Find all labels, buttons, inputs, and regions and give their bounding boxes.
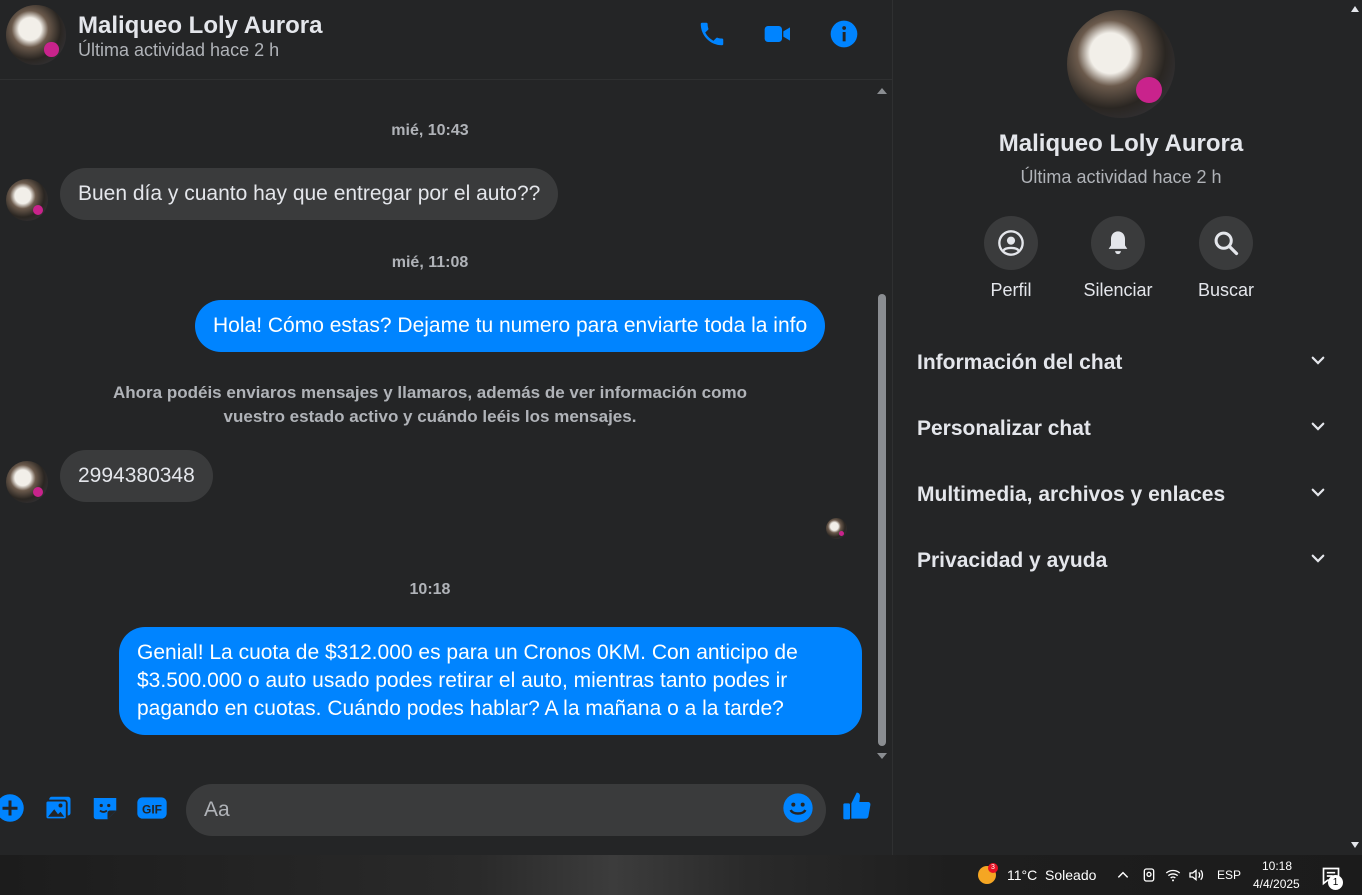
info-icon[interactable] [826, 16, 862, 52]
incoming-message[interactable]: Buen día y cuanto hay que entregar por e… [60, 168, 559, 220]
mute-label: Silenciar [1083, 280, 1153, 300]
messenger-app: Maliqueo Loly Aurora Última actividad ha… [0, 0, 1362, 855]
scroll-down-arrow[interactable] [1351, 842, 1359, 848]
section-chat-info[interactable]: Información del chat [917, 338, 1327, 388]
weather-badge: 3 [988, 863, 998, 873]
chevron-down-icon [1309, 483, 1327, 507]
section-label: Personalizar chat [917, 417, 1091, 440]
chevron-down-icon [1309, 351, 1327, 375]
volume-icon[interactable] [1188, 867, 1204, 888]
notification-count: 1 [1328, 875, 1343, 890]
profile-status: Última actividad hace 2 h [1020, 167, 1222, 187]
contact-name[interactable]: Maliqueo Loly Aurora [78, 12, 322, 40]
wifi-icon[interactable] [1165, 867, 1181, 888]
profile-name: Maliqueo Loly Aurora [998, 130, 1244, 157]
section-label: Multimedia, archivos y enlaces [917, 483, 1226, 506]
clock-date[interactable]: 4/4/2025 [1253, 877, 1300, 891]
clock-time[interactable]: 10:18 [1262, 859, 1292, 873]
profile-label: Perfil [990, 280, 1032, 300]
panel-scrollbar[interactable] [1348, 0, 1362, 855]
emoji-icon[interactable] [782, 792, 814, 824]
chat-scrollbar[interactable] [874, 84, 890, 764]
contact-status: Última actividad hace 2 h [78, 40, 280, 60]
scroll-down-arrow[interactable] [877, 753, 887, 759]
message-list[interactable]: mié, 10:43 Buen día y cuanto hay que ent… [0, 84, 874, 764]
section-privacy-help[interactable]: Privacidad y ayuda [917, 536, 1327, 586]
profile-avatar-large[interactable] [1067, 10, 1175, 118]
gif-label: GIF [142, 802, 162, 816]
message-avatar[interactable] [6, 179, 48, 221]
message-avatar[interactable] [6, 461, 48, 503]
timestamp: mié, 11:08 [391, 254, 469, 271]
timestamp: mié, 10:43 [391, 122, 469, 139]
chat-header: Maliqueo Loly Aurora Última actividad ha… [0, 0, 892, 80]
scroll-thumb[interactable] [878, 294, 886, 746]
message-input[interactable] [186, 784, 826, 836]
gif-icon[interactable]: GIF [136, 792, 168, 824]
incoming-message[interactable]: 2994380348 [60, 450, 213, 502]
plus-icon[interactable] [0, 792, 26, 824]
conversation-details-panel: Maliqueo Loly Aurora Última actividad ha… [892, 0, 1362, 855]
mute-button[interactable]: Silenciar [1068, 216, 1168, 301]
phone-icon[interactable] [694, 16, 730, 52]
chevron-down-icon [1309, 549, 1327, 573]
section-customize-chat[interactable]: Personalizar chat [917, 404, 1327, 454]
outgoing-message[interactable]: Hola! Cómo estas? Dejame tu numero para … [195, 300, 826, 352]
scroll-up-arrow[interactable] [877, 88, 887, 94]
sticker-icon[interactable] [89, 792, 121, 824]
windows-taskbar [0, 855, 1362, 895]
chevron-down-icon [1309, 417, 1327, 441]
timestamp: 10:18 [409, 581, 451, 598]
chevron-up-icon[interactable] [1116, 868, 1130, 887]
image-icon[interactable] [42, 792, 74, 824]
system-notice: Ahora podéis enviaros mensajes y llamaro… [113, 383, 747, 426]
section-label: Privacidad y ayuda [917, 549, 1108, 572]
meet-icon[interactable] [1141, 867, 1157, 888]
read-receipt-avatar [826, 518, 847, 539]
search-button[interactable]: Buscar [1176, 216, 1276, 301]
video-icon[interactable] [760, 16, 796, 52]
chat-pane: Maliqueo Loly Aurora Última actividad ha… [0, 0, 892, 855]
search-label: Buscar [1197, 280, 1255, 300]
bell-icon[interactable] [1091, 216, 1145, 270]
section-label: Información del chat [917, 351, 1123, 374]
thumbs-up-icon[interactable] [842, 790, 874, 822]
composer: GIF [0, 776, 892, 846]
contact-avatar[interactable] [6, 5, 66, 65]
profile-button[interactable]: Perfil [961, 216, 1061, 301]
section-media-files-links[interactable]: Multimedia, archivos y enlaces [917, 470, 1327, 520]
weather-text[interactable]: 11°C Soleado [1007, 867, 1096, 883]
profile-icon[interactable] [984, 216, 1038, 270]
search-icon[interactable] [1199, 216, 1253, 270]
scroll-up-arrow[interactable] [1351, 6, 1359, 12]
outgoing-message[interactable]: Genial! La cuota de $312.000 es para un … [119, 627, 862, 735]
language-indicator[interactable]: ESP [1217, 868, 1241, 882]
